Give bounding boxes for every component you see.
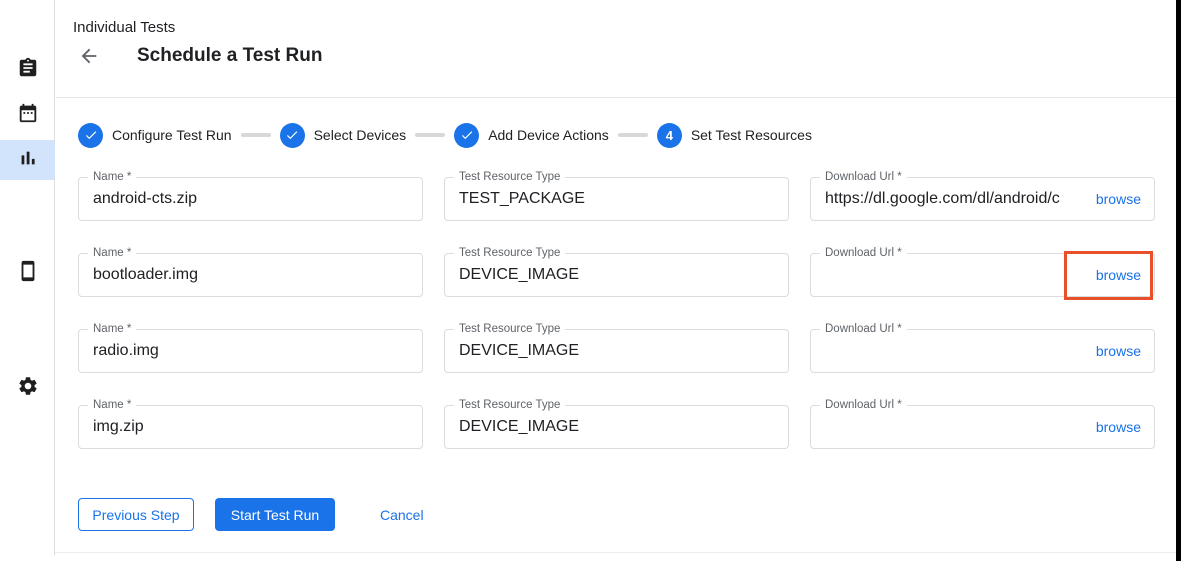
browse-link[interactable]: browse bbox=[1092, 406, 1141, 448]
resource-type-input[interactable] bbox=[445, 330, 788, 372]
step-label: Configure Test Run bbox=[112, 127, 232, 143]
gear-icon bbox=[17, 375, 39, 402]
step-add-device-actions[interactable]: Add Device Actions bbox=[454, 123, 609, 148]
sidebar bbox=[0, 0, 55, 556]
resource-type-field: Test Resource Type bbox=[444, 253, 789, 297]
step-check-icon bbox=[280, 123, 305, 148]
step-label: Select Devices bbox=[314, 127, 407, 143]
download-url-field: Download Url * browse bbox=[810, 253, 1155, 297]
header-divider bbox=[56, 97, 1176, 98]
step-connector bbox=[241, 133, 271, 137]
test-resources-form: Name * Test Resource Type Download Url *… bbox=[78, 177, 1155, 449]
page-title: Schedule a Test Run bbox=[137, 45, 322, 67]
sidebar-item-settings[interactable] bbox=[0, 368, 55, 408]
resource-type-field: Test Resource Type bbox=[444, 177, 789, 221]
resource-type-field: Test Resource Type bbox=[444, 329, 789, 373]
sidebar-item-devices[interactable] bbox=[0, 253, 55, 293]
name-input[interactable] bbox=[79, 406, 422, 448]
sidebar-item-tests[interactable] bbox=[0, 50, 55, 90]
previous-step-button[interactable]: Previous Step bbox=[78, 498, 194, 531]
step-number: 4 bbox=[657, 123, 682, 148]
breadcrumb: Individual Tests bbox=[73, 19, 175, 36]
name-field: Name * bbox=[78, 177, 423, 221]
step-configure-test-run[interactable]: Configure Test Run bbox=[78, 123, 232, 148]
bar-chart-icon bbox=[17, 147, 39, 174]
sidebar-item-test-runs[interactable] bbox=[0, 140, 55, 180]
start-test-run-button[interactable]: Start Test Run bbox=[215, 498, 335, 531]
back-button[interactable] bbox=[78, 45, 102, 69]
browse-link[interactable]: browse bbox=[1092, 254, 1141, 296]
download-url-field: Download Url * browse bbox=[810, 177, 1155, 221]
step-connector bbox=[415, 133, 445, 137]
step-select-devices[interactable]: Select Devices bbox=[280, 123, 407, 148]
resource-type-input[interactable] bbox=[445, 406, 788, 448]
stepper: Configure Test Run Select Devices Add De… bbox=[78, 122, 812, 148]
arrow-back-icon bbox=[78, 54, 100, 71]
name-field: Name * bbox=[78, 253, 423, 297]
download-url-field: Download Url * browse bbox=[810, 405, 1155, 449]
name-field: Name * bbox=[78, 405, 423, 449]
action-bar: Previous Step Start Test Run Cancel bbox=[78, 498, 434, 531]
assignment-icon bbox=[17, 57, 39, 84]
calendar-icon bbox=[17, 102, 39, 129]
resource-type-field: Test Resource Type bbox=[444, 405, 789, 449]
step-set-test-resources[interactable]: 4 Set Test Resources bbox=[657, 123, 812, 148]
name-input[interactable] bbox=[79, 254, 422, 296]
smartphone-icon bbox=[17, 260, 39, 287]
step-connector bbox=[618, 133, 648, 137]
step-label: Add Device Actions bbox=[488, 127, 609, 143]
browse-link[interactable]: browse bbox=[1092, 330, 1141, 372]
sidebar-item-test-plans[interactable] bbox=[0, 95, 55, 135]
download-url-field: Download Url * browse bbox=[810, 329, 1155, 373]
step-check-icon bbox=[454, 123, 479, 148]
step-label: Set Test Resources bbox=[691, 127, 812, 143]
browse-link[interactable]: browse bbox=[1092, 178, 1141, 220]
name-input[interactable] bbox=[79, 330, 422, 372]
step-check-icon bbox=[78, 123, 103, 148]
cancel-button[interactable]: Cancel bbox=[370, 498, 434, 531]
resource-type-input[interactable] bbox=[445, 254, 788, 296]
name-input[interactable] bbox=[79, 178, 422, 220]
name-field: Name * bbox=[78, 329, 423, 373]
resource-type-input[interactable] bbox=[445, 178, 788, 220]
right-edge-strip bbox=[1176, 0, 1181, 561]
bottom-divider bbox=[55, 552, 1176, 553]
